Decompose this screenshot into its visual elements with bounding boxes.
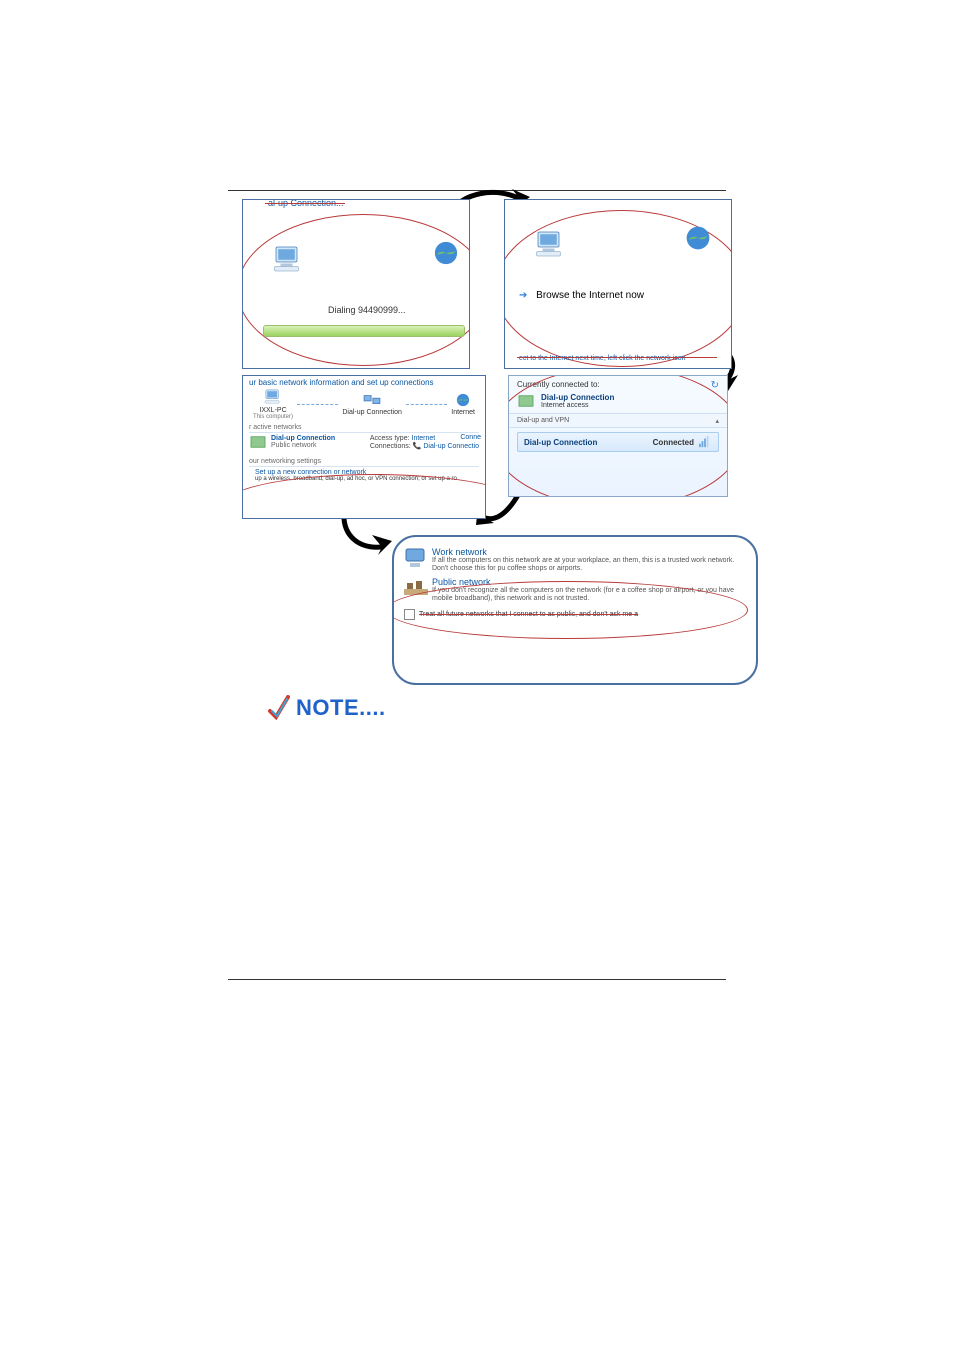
connection-item-name: Dial-up Connection (524, 438, 597, 447)
progress-bar (263, 325, 465, 337)
settings-section: our networking settings (249, 458, 479, 467)
public-network-desc: If you don't recognize all the computers… (432, 587, 746, 603)
work-network-title: Work network (432, 547, 746, 557)
computer-icon (535, 230, 565, 260)
ann-circle (242, 214, 470, 366)
panel-network-location: Work network If all the computers on thi… (392, 535, 758, 685)
globe-icon (456, 393, 470, 407)
treat-as-public-checkbox-row[interactable]: Treat all future networks that I connect… (404, 609, 746, 620)
computer-icon (264, 389, 282, 405)
dialup-vpn-section[interactable]: Dial-up and VPN ▴ (509, 413, 727, 428)
setup-desc: up a wireless, broadband, dial-up, ad ho… (255, 476, 477, 482)
active-network-row: Dial-up Connection Public network Access… (249, 435, 479, 450)
browse-internet-link[interactable]: ➔ Browse the Internet now (519, 290, 644, 301)
computer-icon (273, 245, 303, 275)
public-network-icon (404, 577, 432, 603)
browse-label: Browse the Internet now (536, 290, 644, 301)
connections-label: Connections: (370, 443, 411, 450)
active-network-type: Public network (271, 442, 335, 449)
work-network-option[interactable]: Work network If all the computers on thi… (404, 547, 746, 573)
node-pc-sublabel: This computer) (253, 414, 293, 420)
work-network-icon (404, 547, 432, 573)
hint-strike (517, 357, 717, 358)
panel-network-sharing: ur basic network information and set up … (242, 375, 486, 519)
globe-icon (685, 225, 711, 253)
network-icon (517, 394, 535, 408)
public-network-title: Public network (432, 577, 746, 587)
signal-icon (698, 436, 712, 448)
refresh-icon[interactable]: ↻ (711, 380, 719, 391)
connections-value[interactable]: Dial-up Connectio (423, 443, 479, 450)
chevron-up-icon: ▴ (715, 417, 719, 425)
network-icon (363, 393, 381, 407)
node-internet-label: Internet (451, 409, 475, 416)
connection-status: Connected (653, 438, 694, 447)
panel-network-flyout: Currently connected to: ↻ Dial-up Connec… (508, 375, 728, 497)
node-pc-label: IXXL-PC (253, 407, 293, 414)
checkbox-label: Treat all future networks that I connect… (419, 611, 638, 618)
connection-item[interactable]: Dial-up Connection Connected (517, 432, 719, 452)
globe-icon (433, 240, 459, 268)
note-callout: NOTE.... (268, 695, 386, 721)
page-root: al-up Connection... Dialing 94490999... … (0, 0, 954, 1350)
current-connection-row: Dial-up Connection Internet access (517, 393, 719, 409)
currently-connected-heading: Currently connected to: (517, 380, 600, 391)
checkbox-icon[interactable] (404, 609, 415, 620)
access-type-value: Internet (412, 435, 436, 442)
ns-heading: ur basic network information and set up … (243, 376, 485, 389)
current-connection-name: Dial-up Connection (541, 393, 614, 402)
title-strike (265, 203, 345, 204)
checkmark-icon (268, 695, 290, 721)
node-mid-label: Dial-up Connection (342, 409, 402, 416)
panel-browse-now: ➔ Browse the Internet now ect to the Int… (504, 199, 732, 369)
figure-area: al-up Connection... Dialing 94490999... … (228, 190, 726, 980)
active-network-name[interactable]: Dial-up Connection (271, 435, 335, 442)
panel-dialing: al-up Connection... Dialing 94490999... (242, 199, 470, 369)
section-label: Dial-up and VPN (517, 417, 569, 425)
dialing-status-text: Dialing 94490999... (328, 305, 406, 315)
note-text: NOTE.... (296, 695, 386, 721)
arrow-right-icon: ➔ (519, 290, 527, 301)
public-network-option[interactable]: Public network If you don't recognize al… (404, 577, 746, 603)
current-connection-sub: Internet access (541, 402, 614, 409)
access-type-label: Access type: (370, 435, 410, 442)
network-map-row: IXXL-PC This computer) Dial-up Connectio… (243, 389, 485, 420)
active-networks-section: r active networks (249, 424, 479, 433)
work-network-desc: If all the computers on this network are… (432, 557, 746, 573)
network-icon (249, 435, 267, 449)
setup-new-connection-link[interactable]: Set up a new connection or network (255, 469, 477, 476)
see-full-map-link[interactable]: Conne (460, 434, 481, 441)
